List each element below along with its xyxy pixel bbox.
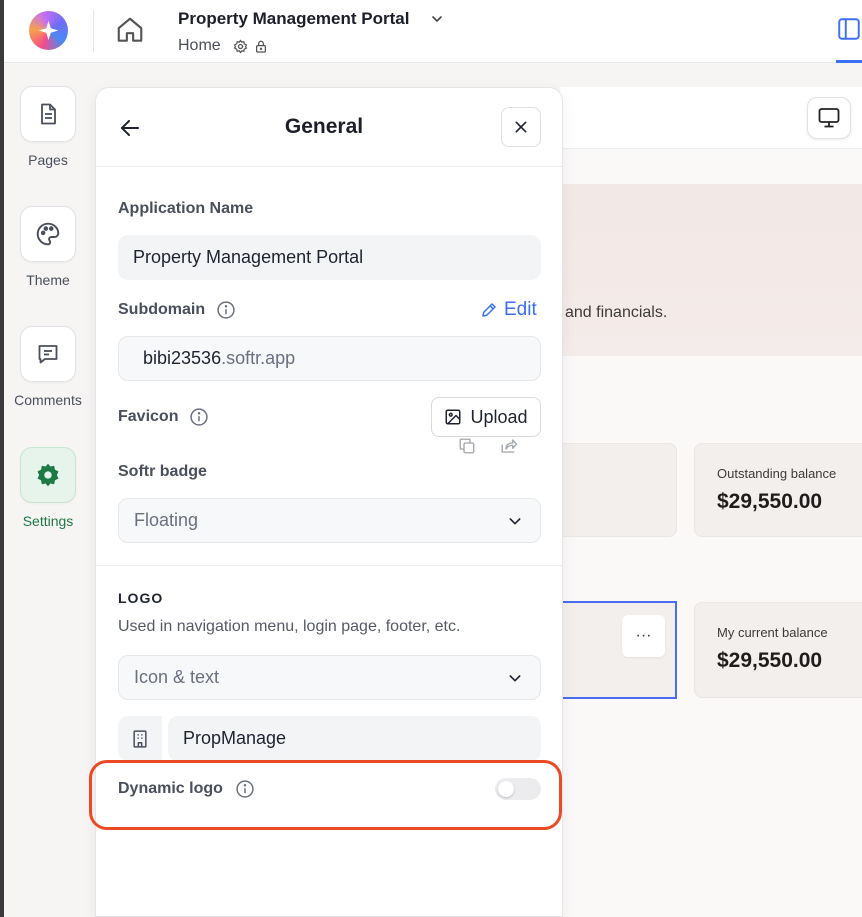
sidebar-item-label: Theme: [26, 272, 70, 288]
softr-badge-label: Softr badge: [118, 463, 207, 480]
sidebar-item-theme[interactable]: Theme: [0, 206, 96, 288]
card-caption: Outstanding balance: [717, 466, 837, 481]
card-caption: My current balance: [717, 625, 828, 640]
softr-logo-icon[interactable]: [29, 11, 68, 50]
softr-badge-value: Floating: [134, 510, 199, 530]
logo-section-title: LOGO: [118, 590, 164, 606]
file-text-icon[interactable]: [20, 86, 76, 142]
subdomain-field: bibi23536.softr.app: [118, 336, 541, 381]
edit-subdomain-link[interactable]: Edit: [480, 299, 537, 321]
active-tab-indicator: [836, 60, 862, 63]
building-icon[interactable]: [118, 716, 162, 761]
image-icon: [444, 408, 462, 426]
message-square-icon[interactable]: [20, 326, 76, 382]
logo-type-value: Icon & text: [134, 667, 220, 687]
panel-header: General: [96, 88, 562, 167]
page-preview: and financials. Outstanding balance $29,…: [550, 87, 862, 917]
stat-card[interactable]: [550, 443, 677, 537]
logo-text-input[interactable]: PropManage: [168, 716, 541, 761]
sidebar-item-comments[interactable]: Comments: [0, 326, 96, 408]
logo-section-description: Used in navigation menu, login page, foo…: [118, 618, 461, 635]
subdomain-prefix: bibi23536: [143, 348, 222, 368]
close-icon[interactable]: [501, 107, 541, 147]
highlight-annotation: [89, 760, 562, 830]
sidebar-panel-icon[interactable]: [836, 16, 862, 42]
subdomain-label: Subdomain: [118, 301, 206, 318]
sidebar-item-pages[interactable]: Pages: [0, 86, 96, 168]
chevron-down-icon: [507, 670, 523, 686]
upload-favicon-button[interactable]: Upload: [431, 397, 541, 437]
sidebar-item-label: Pages: [28, 152, 68, 168]
upload-label: Upload: [470, 406, 528, 427]
preview-toolbar: [560, 87, 862, 149]
info-icon[interactable]: [216, 300, 236, 320]
app-name-input[interactable]: Property Management Portal: [118, 235, 541, 280]
subdomain-suffix: .softr.app: [221, 348, 296, 368]
header-divider: [93, 10, 94, 52]
stat-card-outstanding[interactable]: Outstanding balance $29,550.00: [694, 443, 862, 537]
hero-text: and financials.: [565, 304, 668, 321]
chevron-down-icon[interactable]: [429, 11, 445, 27]
breadcrumb-page[interactable]: Home: [178, 37, 221, 55]
info-icon[interactable]: [189, 407, 209, 427]
selected-stat-card[interactable]: ···: [560, 601, 677, 699]
panel-title: General: [284, 115, 364, 138]
hero-section: and financials.: [560, 184, 862, 356]
page-settings-icon[interactable]: [233, 39, 248, 54]
logo-type-select[interactable]: Icon & text: [118, 655, 541, 700]
edit-label: Edit: [504, 299, 537, 320]
palette-icon[interactable]: [20, 206, 76, 262]
pencil-icon: [480, 301, 498, 319]
home-icon[interactable]: [115, 15, 145, 45]
card-amount: $29,550.00: [717, 490, 823, 513]
card-amount: $29,550.00: [717, 649, 823, 672]
more-options-button[interactable]: ···: [622, 615, 665, 657]
sidebar-item-label: Settings: [22, 513, 74, 529]
lock-icon[interactable]: [254, 39, 268, 54]
top-bar: Property Management Portal Home: [0, 0, 862, 63]
window-edge: [0, 0, 4, 917]
gear-icon[interactable]: [20, 447, 76, 503]
softr-badge-select[interactable]: Floating: [118, 498, 541, 543]
favicon-label: Favicon: [118, 408, 179, 425]
section-divider: [96, 565, 562, 566]
app-title[interactable]: Property Management Portal: [178, 9, 409, 29]
app-name-label: Application Name: [118, 200, 254, 217]
share-external-icon[interactable]: [499, 437, 519, 455]
stat-card-current[interactable]: My current balance $29,550.00: [694, 602, 862, 698]
copy-icon[interactable]: [458, 437, 476, 455]
desktop-view-icon[interactable]: [807, 97, 851, 139]
sidebar-item-settings[interactable]: Settings: [0, 447, 96, 529]
sidebar-item-label: Comments: [14, 392, 82, 408]
chevron-down-icon: [507, 513, 523, 529]
